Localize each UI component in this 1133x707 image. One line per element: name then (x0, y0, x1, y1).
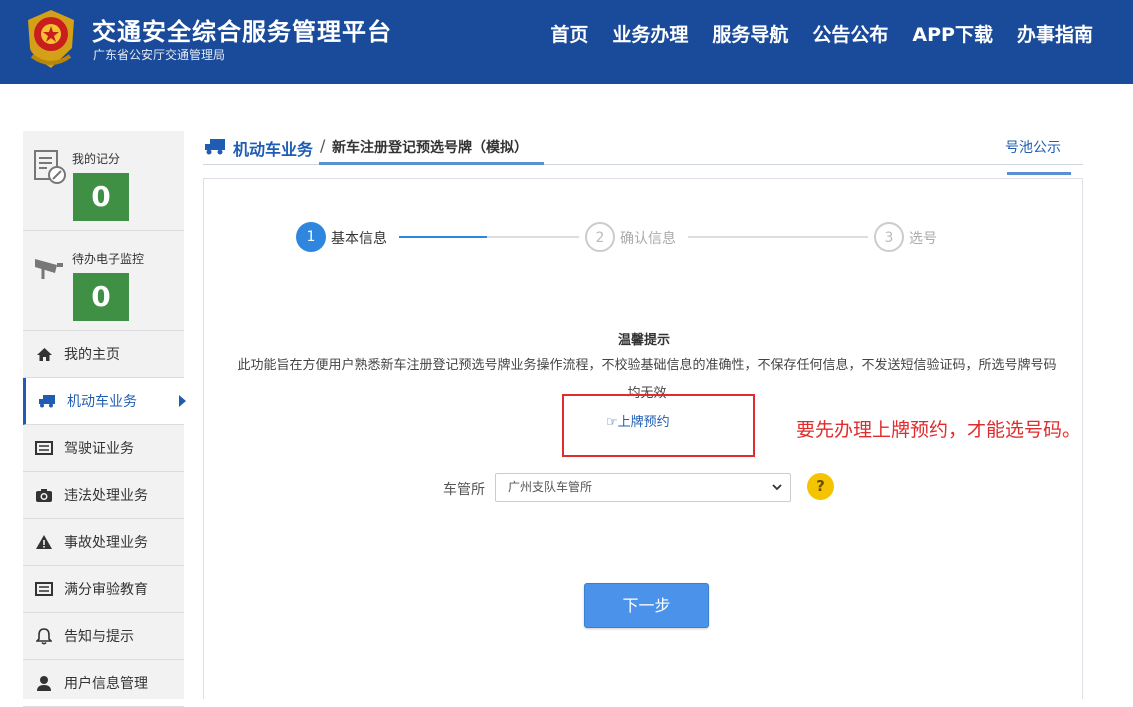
breadcrumb: 机动车业务 / 新车注册登记预选号牌（模拟） 号池公示 (203, 131, 1083, 175)
breadcrumb-section[interactable]: 机动车业务 (233, 136, 313, 160)
home-icon (35, 345, 53, 363)
nav-business[interactable]: 业务办理 (612, 20, 688, 47)
sidebar: 我的记分 0 待办电子监控 0 我的主页 机动车业务 驾驶证业务 违法处理业务 … (23, 131, 186, 707)
sidebar-item-label: 违法处理业务 (64, 488, 148, 504)
notice-title: 温馨提示 (617, 333, 670, 348)
score-value: 0 (73, 173, 129, 221)
sidebar-item-label: 满分审验教育 (64, 582, 148, 598)
nav-announcements[interactable]: 公告公布 (812, 20, 888, 47)
camera-icon (35, 486, 53, 504)
nav-app-download[interactable]: APP下载 (912, 20, 993, 47)
sidebar-item-accident[interactable]: 事故处理业务 (23, 519, 184, 566)
active-arrow-icon (179, 395, 186, 407)
thumb-up-icon: ☞ (606, 415, 618, 430)
plate-pool-link[interactable]: 号池公示 (1005, 137, 1061, 157)
chevron-down-icon (772, 484, 782, 491)
sidebar-item-user-info[interactable]: 用户信息管理 (23, 660, 184, 707)
breadcrumb-underline (319, 162, 544, 165)
warning-icon (35, 533, 53, 551)
score-label: 我的记分 (72, 152, 121, 166)
sidebar-item-violation[interactable]: 违法处理业务 (23, 472, 184, 519)
step-2-circle: 2 (585, 222, 615, 252)
breadcrumb-separator: / (320, 136, 326, 155)
nav-service-guide[interactable]: 服务导航 (712, 20, 788, 47)
sidebar-item-label: 驾驶证业务 (64, 441, 134, 457)
office-label: 车管所 (443, 482, 485, 498)
top-header: 交通安全综合服务管理平台 广东省公安厅交通管理局 首页 业务办理 服务导航 公告… (0, 0, 1133, 84)
sidebar-item-label: 事故处理业务 (64, 535, 148, 551)
plate-appointment-link[interactable]: ☞上牌预约 (606, 411, 670, 430)
sidebar-item-notices[interactable]: 告知与提示 (23, 613, 184, 660)
step-line-progress (399, 236, 487, 238)
step-2-label: 确认信息 (620, 231, 676, 247)
monitor-value: 0 (73, 273, 129, 321)
sidebar-item-label: 我的主页 (64, 347, 120, 363)
app-subtitle: 广东省公安厅交通管理局 (93, 48, 226, 62)
card-icon (35, 439, 53, 457)
next-step-button[interactable]: 下一步 (584, 583, 709, 628)
monitor-box[interactable]: 待办电子监控 0 (23, 231, 184, 331)
bell-icon (35, 627, 53, 645)
main-nav: 首页 业务办理 服务导航 公告公布 APP下载 办事指南 (550, 20, 1093, 47)
step-line (688, 236, 868, 238)
truck-icon (38, 392, 56, 410)
score-box[interactable]: 我的记分 0 (23, 131, 184, 231)
truck-icon (205, 139, 225, 155)
step-3-circle: 3 (874, 222, 904, 252)
sidebar-item-education[interactable]: 满分审验教育 (23, 566, 184, 613)
sidebar-item-label: 告知与提示 (64, 629, 134, 645)
nav-home[interactable]: 首页 (550, 20, 588, 47)
document-pen-icon (34, 150, 66, 184)
police-emblem-icon (28, 10, 74, 68)
app-title: 交通安全综合服务管理平台 (92, 18, 392, 46)
sidebar-item-label: 机动车业务 (67, 394, 137, 410)
step-1-circle: 1 (296, 222, 326, 252)
step-indicator: 1 基本信息 2 确认信息 3 选号 (296, 222, 937, 252)
card-icon (35, 580, 53, 598)
office-select[interactable]: 广州支队车管所 (495, 473, 791, 502)
office-select-value: 广州支队车管所 (508, 480, 593, 494)
step-1-label: 基本信息 (331, 231, 387, 247)
sidebar-item-vehicle[interactable]: 机动车业务 (23, 378, 186, 425)
main-panel: 1 基本信息 2 确认信息 3 选号 温馨提示 此功能旨在方便用户熟悉新车注册登… (203, 178, 1083, 699)
sidebar-item-license[interactable]: 驾驶证业务 (23, 425, 184, 472)
breadcrumb-page: 新车注册登记预选号牌（模拟） (332, 140, 528, 156)
monitor-label: 待办电子监控 (72, 252, 145, 266)
sidebar-item-home[interactable]: 我的主页 (23, 331, 184, 378)
pool-underline (1007, 172, 1071, 175)
annotation-note: 要先办理上牌预约，才能选号码。 (796, 419, 1082, 441)
nav-guide[interactable]: 办事指南 (1017, 20, 1093, 47)
sidebar-item-label: 用户信息管理 (64, 676, 148, 692)
plate-appointment-label: 上牌预约 (617, 415, 670, 430)
help-icon[interactable]: ? (807, 473, 834, 500)
camera-monitor-icon (35, 259, 63, 279)
user-icon (35, 674, 53, 692)
step-3-label: 选号 (909, 231, 937, 247)
